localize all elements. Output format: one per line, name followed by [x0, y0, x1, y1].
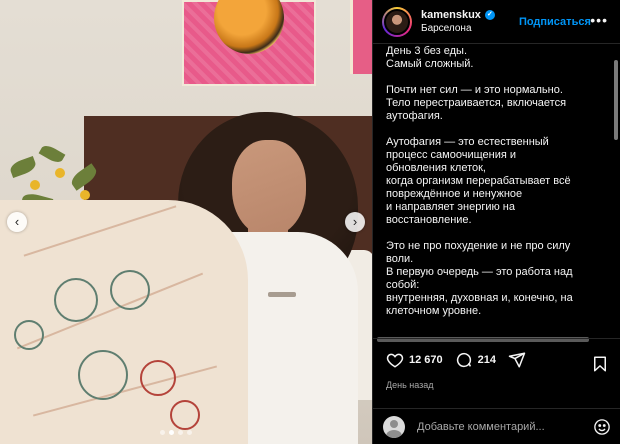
carousel-dot: [169, 430, 174, 435]
carousel-prev-button[interactable]: ‹: [7, 212, 27, 232]
caption-line: аутофагия.: [386, 110, 443, 122]
verified-icon: ✓: [484, 10, 495, 20]
caption-line: повреждённое и ненужное: [386, 188, 523, 200]
emoji-icon[interactable]: [593, 418, 611, 436]
post-header: kamenskux ✓ Барселона Подписаться •••: [373, 0, 620, 44]
follow-button[interactable]: Подписаться: [519, 16, 591, 28]
carousel-dot: [187, 430, 192, 435]
share-button[interactable]: [508, 351, 526, 369]
carousel-indicator: [160, 430, 192, 435]
share-icon: [508, 352, 526, 368]
carousel-dot: [160, 430, 165, 435]
caption-line: воли.: [386, 253, 414, 265]
carousel-next-button[interactable]: ›: [345, 212, 365, 232]
caption-line: Тело перестраивается, включается: [386, 97, 567, 109]
comment-input[interactable]: [417, 420, 593, 433]
caption-line: В первую очередь — это работа над: [386, 266, 573, 278]
comment-button[interactable]: 214: [455, 351, 496, 369]
like-button[interactable]: 12 670: [386, 351, 443, 369]
caption-line: клеточном уровне.: [386, 305, 482, 317]
carousel-dot: [178, 430, 183, 435]
patterned-blanket: [0, 200, 248, 444]
caption-scroll-area[interactable]: День 3 без еды. Самый сложный. Почти нет с…: [373, 45, 611, 337]
hoodie-logo: [268, 292, 296, 297]
post-side-panel: kamenskux ✓ Барселона Подписаться ••• Де…: [372, 0, 620, 444]
author-avatar[interactable]: [382, 6, 412, 37]
caption-line: Аутофагия — это естественный: [386, 136, 549, 148]
bookmark-icon[interactable]: [591, 355, 609, 373]
likes-count[interactable]: 12 670: [409, 354, 443, 366]
user-avatar: [383, 415, 405, 438]
caption-line: внутренняя, духовная и, конечно, на: [386, 292, 573, 304]
heart-icon: [386, 353, 404, 368]
comments-count[interactable]: 214: [478, 354, 496, 366]
caption-line: обновления клеток,: [386, 162, 486, 174]
caption-line: Самый сложный.: [386, 58, 474, 70]
post-actions: 12 670 214 День назад: [373, 338, 620, 408]
caption-scrollbar[interactable]: [614, 60, 618, 140]
post-photo[interactable]: ‹ ›: [0, 0, 372, 444]
author-username[interactable]: kamenskux: [421, 9, 481, 21]
caption-line: Это не про похудение и не про силу: [386, 240, 571, 252]
caption-line: Почти нет сил — и это нормально.: [386, 84, 563, 96]
post-caption: День 3 без еды. Самый сложный. Почти нет с…: [373, 45, 611, 318]
more-icon[interactable]: •••: [590, 12, 608, 28]
painting-left: [182, 0, 316, 86]
caption-line: когда организм перерабатывает всё: [386, 175, 571, 187]
painting-right: [350, 0, 372, 74]
person-face: [232, 140, 306, 236]
post-location[interactable]: Барселона: [421, 23, 495, 34]
instagram-post: ‹ › kamenskux ✓ Барселона Подписаться ••…: [0, 0, 620, 444]
author-info: kamenskux ✓ Барселона: [421, 9, 495, 34]
comment-bar: [373, 408, 620, 444]
post-timestamp[interactable]: День назад: [386, 380, 620, 390]
caption-line: восстановление.: [386, 214, 472, 226]
caption-line: День 3 без еды.: [386, 45, 468, 57]
caption-line: собой:: [386, 279, 420, 291]
caption-line: процесс самоочищения и: [386, 149, 517, 161]
comment-icon: [456, 352, 471, 368]
caption-line: и направляет энергию на: [386, 201, 515, 213]
